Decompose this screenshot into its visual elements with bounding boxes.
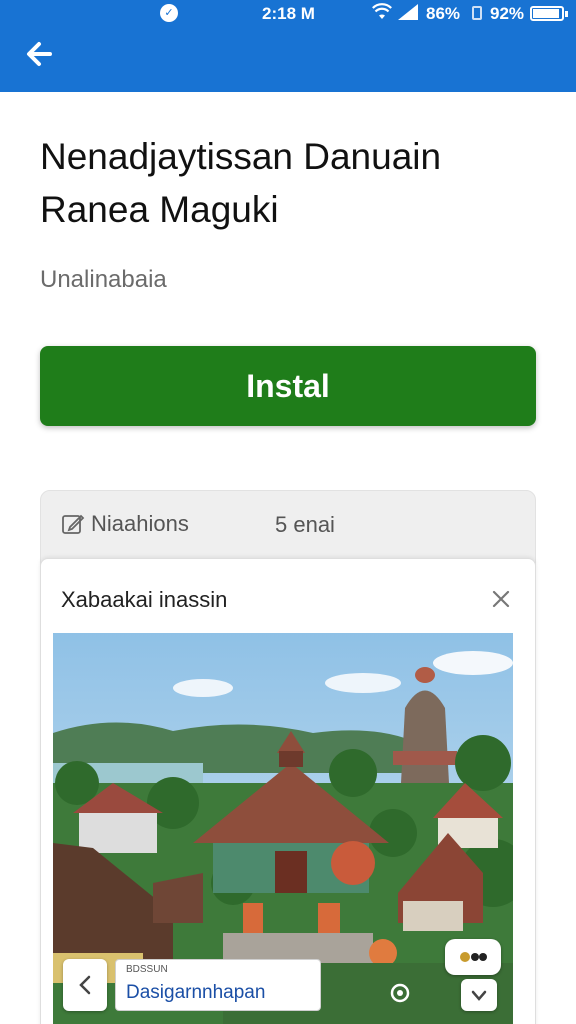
image-preview-sheet: Xabaakai inassin BDSSUN Dasigarnnhapan (40, 558, 536, 1024)
status-time: 2:18 M (262, 4, 315, 23)
location-field-label: BDSSUN (126, 964, 168, 975)
expand-button[interactable] (461, 979, 497, 1011)
battery-percent: 92% (490, 4, 525, 23)
battery-icon (530, 6, 568, 21)
notification-icon: ✓ (160, 4, 178, 22)
camera-icon[interactable] (387, 979, 413, 1005)
wifi-icon (372, 3, 392, 19)
app-title-line1: Nenadjaytissan Danuain (40, 136, 442, 177)
gallery-badge[interactable] (445, 939, 501, 975)
permissions-label: Niaahions (91, 511, 189, 536)
permissions-row[interactable]: Niaahions 5 enai (61, 509, 335, 539)
app-header: ✓ 2:18 M 86% 92% (0, 0, 576, 92)
signal-icon (398, 4, 418, 20)
edit-icon (62, 514, 85, 534)
battery-saver-icon (472, 6, 482, 20)
developer-name[interactable]: Unalinabaia (40, 266, 167, 294)
close-icon (492, 590, 510, 608)
permissions-count: 5 enai (275, 512, 335, 537)
close-button[interactable] (487, 585, 515, 613)
status-bar: ✓ 2:18 M 86% 92% (0, 0, 576, 28)
app-title: Nenadjaytissan Danuain Ranea Maguki (40, 130, 540, 236)
location-field-value: Dasigarnnhapan (126, 982, 266, 1003)
install-button[interactable]: Instal (40, 346, 536, 426)
sheet-title: Xabaakai inassin (61, 587, 228, 612)
location-field[interactable]: BDSSUN Dasigarnnhapan (115, 959, 321, 1011)
wifi-percent: 86% (426, 4, 461, 23)
app-title-line2: Ranea Maguki (40, 189, 279, 230)
dots-icon (460, 952, 487, 962)
previous-button[interactable] (63, 959, 107, 1011)
arrow-left-icon (27, 42, 52, 66)
chevron-left-icon (79, 975, 91, 995)
chevron-down-icon (471, 990, 487, 1001)
back-button[interactable] (22, 36, 70, 72)
